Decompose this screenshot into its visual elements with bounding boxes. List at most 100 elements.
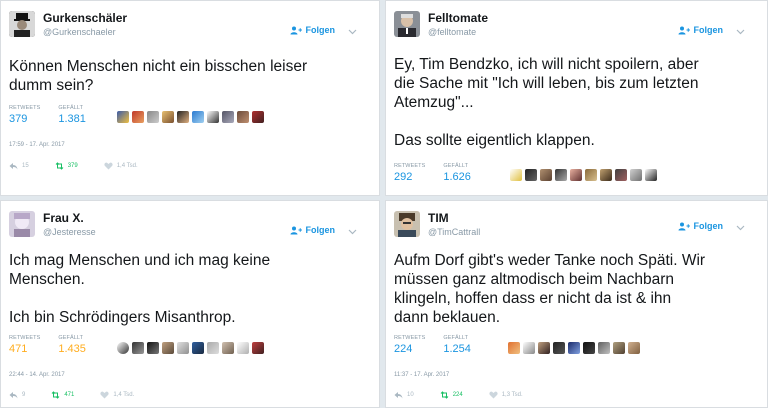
liker-avatar[interactable] <box>162 342 174 354</box>
likes-stat[interactable]: GEFÄLLT 1.254 <box>443 335 471 355</box>
follow-label: Folgen <box>693 221 724 231</box>
liker-avatars <box>510 169 657 181</box>
liker-avatar[interactable] <box>222 111 234 123</box>
follow-label: Folgen <box>305 25 336 35</box>
avatar[interactable] <box>9 11 35 37</box>
liker-avatar[interactable] <box>600 169 612 181</box>
retweets-stat[interactable]: RETWEETS 224 <box>394 335 425 355</box>
liker-avatar[interactable] <box>207 342 219 354</box>
liker-avatar[interactable] <box>570 169 582 181</box>
liker-avatar[interactable] <box>613 342 625 354</box>
reply-count: 10 <box>407 392 414 398</box>
like-count: 1,3 Tsd. <box>501 392 523 398</box>
liker-avatar[interactable] <box>568 342 580 354</box>
liker-avatar[interactable] <box>192 111 204 123</box>
retweets-label: RETWEETS <box>9 335 41 341</box>
liker-avatar[interactable] <box>117 111 129 123</box>
liker-avatar[interactable] <box>615 169 627 181</box>
reply-button[interactable]: 15 <box>9 162 29 170</box>
likes-value: 1.381 <box>58 113 86 125</box>
heart-icon <box>489 391 498 399</box>
like-button[interactable]: 1,3 Tsd. <box>489 391 523 399</box>
retweets-label: RETWEETS <box>394 335 426 341</box>
liker-avatar[interactable] <box>237 342 249 354</box>
liker-avatar[interactable] <box>177 342 189 354</box>
liker-avatar[interactable] <box>645 169 657 181</box>
retweets-stat[interactable]: RETWEETS 471 <box>9 335 40 355</box>
like-button[interactable]: 1,4 Tsd. <box>104 162 138 170</box>
liker-avatar[interactable] <box>630 169 642 181</box>
liker-avatar[interactable] <box>147 342 159 354</box>
tweet-card: Gurkenschäler @Gurkenschaeler Folgen Kön… <box>0 0 380 196</box>
chevron-down-icon[interactable] <box>348 27 357 36</box>
chevron-down-icon[interactable] <box>736 223 745 232</box>
display-name[interactable]: TIM <box>428 211 449 225</box>
follow-button[interactable]: Folgen <box>290 25 336 35</box>
liker-avatar[interactable] <box>598 342 610 354</box>
retweet-button[interactable]: 471 <box>51 391 74 399</box>
liker-avatar[interactable] <box>177 111 189 123</box>
tweet-card: TIM @TimCattrall Folgen Aufm Dorf gibt's… <box>385 200 768 408</box>
reply-button[interactable]: 10 <box>394 391 414 399</box>
reply-button[interactable]: 9 <box>9 391 25 399</box>
user-handle[interactable]: @TimCattrall <box>428 227 480 237</box>
display-name[interactable]: Gurkenschäler <box>43 11 127 25</box>
display-name[interactable]: Felltomate <box>428 11 488 25</box>
liker-avatar[interactable] <box>192 342 204 354</box>
liker-avatar[interactable] <box>583 342 595 354</box>
liker-avatar[interactable] <box>553 342 565 354</box>
retweet-button[interactable]: 224 <box>440 391 463 399</box>
reply-icon <box>9 163 18 170</box>
liker-avatar[interactable] <box>132 111 144 123</box>
liker-avatar[interactable] <box>628 342 640 354</box>
tweet-timestamp[interactable]: 11:37 - 17. Apr. 2017 <box>394 372 449 378</box>
user-handle[interactable]: @felltomate <box>428 27 476 37</box>
liker-avatar[interactable] <box>252 111 264 123</box>
likes-value: 1.435 <box>58 343 86 355</box>
follow-button[interactable]: Folgen <box>678 25 723 35</box>
likes-label: GEFÄLLT <box>58 335 84 341</box>
liker-avatar[interactable] <box>132 342 144 354</box>
follow-button[interactable]: Folgen <box>290 225 335 235</box>
liker-avatar[interactable] <box>117 342 129 354</box>
like-button[interactable]: 1,4 Tsd. <box>100 391 134 399</box>
user-handle[interactable]: @Jesteresse <box>43 227 96 237</box>
liker-avatar[interactable] <box>540 169 552 181</box>
tweet-text: Aufm Dorf gibt's weder Tanke noch Späti.… <box>394 252 706 326</box>
tweet-actions: 15 379 1,4 Tsd. <box>9 162 164 170</box>
tweet-timestamp[interactable]: 22:44 - 14. Apr. 2017 <box>9 372 65 378</box>
liker-avatar[interactable] <box>555 169 567 181</box>
chevron-down-icon[interactable] <box>736 27 745 36</box>
liker-avatar[interactable] <box>162 111 174 123</box>
liker-avatar[interactable] <box>508 342 520 354</box>
likes-value: 1.254 <box>443 343 471 355</box>
avatar[interactable] <box>9 211 35 237</box>
liker-avatar[interactable] <box>252 342 264 354</box>
liker-avatar[interactable] <box>147 111 159 123</box>
liker-avatar[interactable] <box>585 169 597 181</box>
display-name[interactable]: Frau X. <box>43 211 84 225</box>
retweets-stat[interactable]: RETWEETS 379 <box>9 105 40 125</box>
liker-avatar[interactable] <box>510 169 522 181</box>
retweets-stat[interactable]: RETWEETS 292 <box>394 163 425 183</box>
liker-avatar[interactable] <box>207 111 219 123</box>
likes-stat[interactable]: GEFÄLLT 1.435 <box>58 335 86 355</box>
follow-button[interactable]: Folgen <box>678 221 724 231</box>
tweet-timestamp[interactable]: 17:59 - 17. Apr. 2017 <box>9 142 65 148</box>
add-user-icon <box>678 26 690 34</box>
retweets-value: 224 <box>394 343 413 355</box>
liker-avatar[interactable] <box>523 342 535 354</box>
likes-stat[interactable]: GEFÄLLT 1.381 <box>58 105 86 125</box>
avatar[interactable] <box>394 211 420 237</box>
retweets-value: 379 <box>9 113 28 125</box>
tweet-grid: Gurkenschäler @Gurkenschaeler Folgen Kön… <box>0 0 768 408</box>
chevron-down-icon[interactable] <box>348 227 357 236</box>
avatar[interactable] <box>394 11 420 37</box>
user-handle[interactable]: @Gurkenschaeler <box>43 27 116 37</box>
likes-stat[interactable]: GEFÄLLT 1.626 <box>443 163 471 183</box>
retweet-button[interactable]: 379 <box>55 162 78 170</box>
liker-avatar[interactable] <box>525 169 537 181</box>
liker-avatar[interactable] <box>538 342 550 354</box>
liker-avatar[interactable] <box>237 111 249 123</box>
liker-avatar[interactable] <box>222 342 234 354</box>
